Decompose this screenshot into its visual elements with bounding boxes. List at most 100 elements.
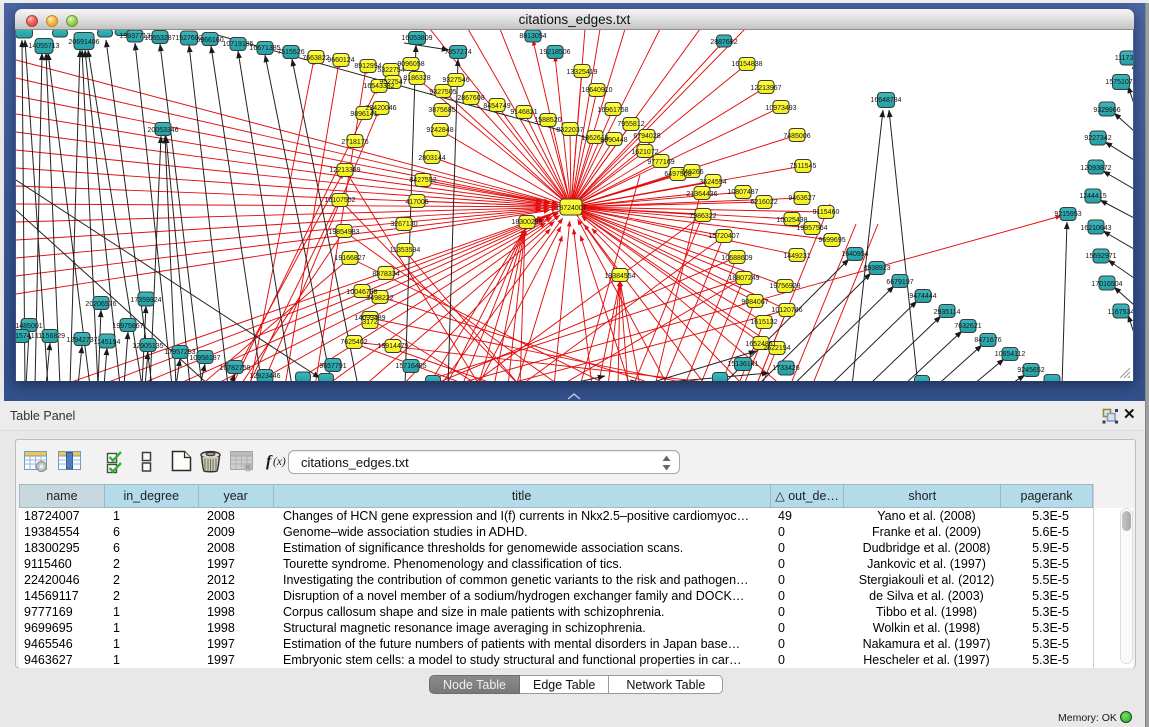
- svg-text:15136141: 15136141: [727, 361, 758, 368]
- svg-text:10688609: 10688609: [721, 255, 752, 262]
- svg-text:9699695: 9699695: [818, 237, 845, 244]
- svg-text:15720407: 15720407: [708, 233, 739, 240]
- svg-text:1621072: 1621072: [631, 149, 658, 156]
- svg-text:746266: 746266: [680, 169, 703, 176]
- svg-text:2718176: 2718176: [341, 139, 368, 146]
- svg-text:7511545: 7511545: [790, 163, 817, 170]
- svg-text:16961758: 16961758: [597, 107, 628, 114]
- svg-text:9327546: 9327546: [442, 77, 469, 84]
- svg-text:11156829: 11156829: [35, 333, 65, 340]
- svg-text:15716485: 15716485: [395, 363, 426, 370]
- svg-text:8471676: 8471676: [974, 337, 1001, 344]
- svg-text:7515526: 7515526: [277, 49, 304, 56]
- svg-text:12093872: 12093872: [1080, 165, 1111, 172]
- svg-text:9096058: 9096058: [397, 61, 424, 68]
- svg-text:10807487: 10807487: [727, 189, 758, 196]
- svg-text:1117345: 1117345: [1115, 55, 1133, 62]
- svg-text:16543382: 16543382: [363, 83, 394, 90]
- svg-text:19975867: 19975867: [112, 323, 143, 330]
- svg-text:8427552: 8427552: [409, 177, 436, 184]
- svg-text:19756928: 19756928: [769, 283, 800, 290]
- svg-text:13325419: 13325419: [566, 69, 597, 76]
- svg-text:3624554: 3624554: [699, 179, 726, 186]
- svg-text:9329966: 9329966: [1093, 107, 1120, 114]
- svg-text:3172: 3172: [362, 319, 378, 326]
- svg-text:16648784: 16648784: [870, 97, 901, 104]
- svg-text:16154838: 16154838: [731, 61, 762, 68]
- svg-text:3875685: 3875685: [428, 107, 455, 114]
- svg-text:7625402: 7625402: [340, 339, 367, 346]
- svg-text:1145194: 1145194: [94, 339, 121, 346]
- svg-text:10120746: 10120746: [771, 307, 802, 314]
- svg-text:9463627: 9463627: [788, 195, 815, 202]
- svg-text:5322754: 5322754: [377, 67, 404, 74]
- svg-text:20206576: 20206576: [85, 301, 116, 308]
- svg-text:1588520: 1588520: [534, 117, 561, 124]
- svg-text:10653287: 10653287: [144, 35, 175, 42]
- svg-text:8322037: 8322037: [556, 127, 583, 134]
- svg-text:9227342: 9227342: [1084, 135, 1111, 142]
- svg-text:9215953: 9215953: [1054, 211, 1081, 218]
- svg-text:9474444: 9474444: [909, 293, 936, 300]
- svg-text:8454749: 8454749: [483, 103, 510, 110]
- svg-text:3498222: 3498222: [366, 295, 393, 302]
- svg-text:9146821: 9146821: [510, 109, 537, 116]
- svg-text:16671385: 16671385: [249, 45, 280, 52]
- svg-text:3267130: 3267130: [390, 221, 417, 228]
- svg-text:9245652: 9245652: [1017, 367, 1044, 374]
- svg-text:12905135: 12905135: [132, 343, 163, 350]
- svg-text:19854983: 19854983: [328, 229, 359, 236]
- svg-text:10654112: 10654112: [995, 351, 1026, 358]
- svg-text:2803144: 2803144: [418, 155, 445, 162]
- svg-text:18724007: 18724007: [555, 205, 586, 212]
- svg-text:7632621: 7632621: [954, 323, 981, 330]
- svg-text:6679197: 6679197: [886, 279, 913, 286]
- svg-text:9896141: 9896141: [350, 111, 377, 118]
- svg-text:6966160: 6966160: [196, 37, 223, 44]
- svg-text:2887682: 2887682: [710, 39, 737, 46]
- svg-text:18807249: 18807249: [728, 275, 759, 282]
- svg-text:8938923: 8938923: [863, 265, 890, 272]
- svg-text:19166827: 19166827: [334, 255, 365, 262]
- svg-text:10973493: 10973493: [765, 105, 796, 112]
- svg-text:1485001: 1485001: [16, 323, 43, 330]
- svg-text:9777169: 9777169: [647, 159, 674, 166]
- svg-text:1733426: 1733426: [772, 365, 799, 372]
- svg-text:417006: 417006: [405, 199, 428, 206]
- svg-text:19957564: 19957564: [796, 225, 827, 232]
- svg-text:7485006: 7485006: [783, 133, 810, 140]
- svg-text:20053346: 20053346: [147, 127, 178, 134]
- svg-text:16782759: 16782759: [219, 365, 250, 372]
- svg-text:15751074: 15751074: [1105, 79, 1133, 86]
- svg-text:9115460: 9115460: [813, 209, 840, 216]
- svg-text:6794028: 6794028: [633, 133, 660, 140]
- svg-text:21364436: 21364436: [686, 191, 717, 198]
- svg-text:9660124: 9660124: [327, 57, 354, 64]
- svg-text:16107552: 16107552: [324, 197, 355, 204]
- svg-text:8186328: 8186328: [403, 75, 430, 82]
- svg-text:1167534: 1167534: [1108, 309, 1133, 316]
- svg-text:1615132: 1615132: [750, 319, 777, 326]
- svg-text:2935114: 2935114: [934, 309, 961, 316]
- svg-text:7663822: 7663822: [302, 55, 329, 62]
- svg-text:9242848: 9242848: [426, 127, 453, 134]
- svg-text:9084067: 9084067: [741, 299, 768, 306]
- svg-text:8990448: 8990448: [600, 137, 627, 144]
- svg-text:1244415: 1244415: [1079, 193, 1106, 200]
- svg-text:12923446: 12923446: [249, 373, 280, 380]
- svg-text:18640910: 18640910: [581, 87, 612, 94]
- svg-text:3915741: 3915741: [16, 333, 35, 340]
- svg-text:19384554: 19384554: [604, 273, 635, 280]
- svg-text:16210643: 16210643: [1080, 225, 1111, 232]
- svg-text:(x): (x): [273, 456, 286, 468]
- svg-text:1640954: 1640954: [841, 251, 868, 258]
- svg-text:17016504: 17016504: [1091, 281, 1122, 288]
- svg-text:18300295: 18300295: [511, 219, 542, 226]
- svg-text:20691406: 20691406: [68, 39, 99, 46]
- svg-text:6216022: 6216022: [750, 199, 777, 206]
- svg-text:12213967: 12213967: [750, 85, 781, 92]
- svg-text:16914479: 16914479: [377, 343, 408, 350]
- svg-text:15692971: 15692971: [1085, 253, 1116, 260]
- svg-text:14055713: 14055713: [28, 43, 59, 50]
- svg-text:2867608: 2867608: [457, 95, 484, 102]
